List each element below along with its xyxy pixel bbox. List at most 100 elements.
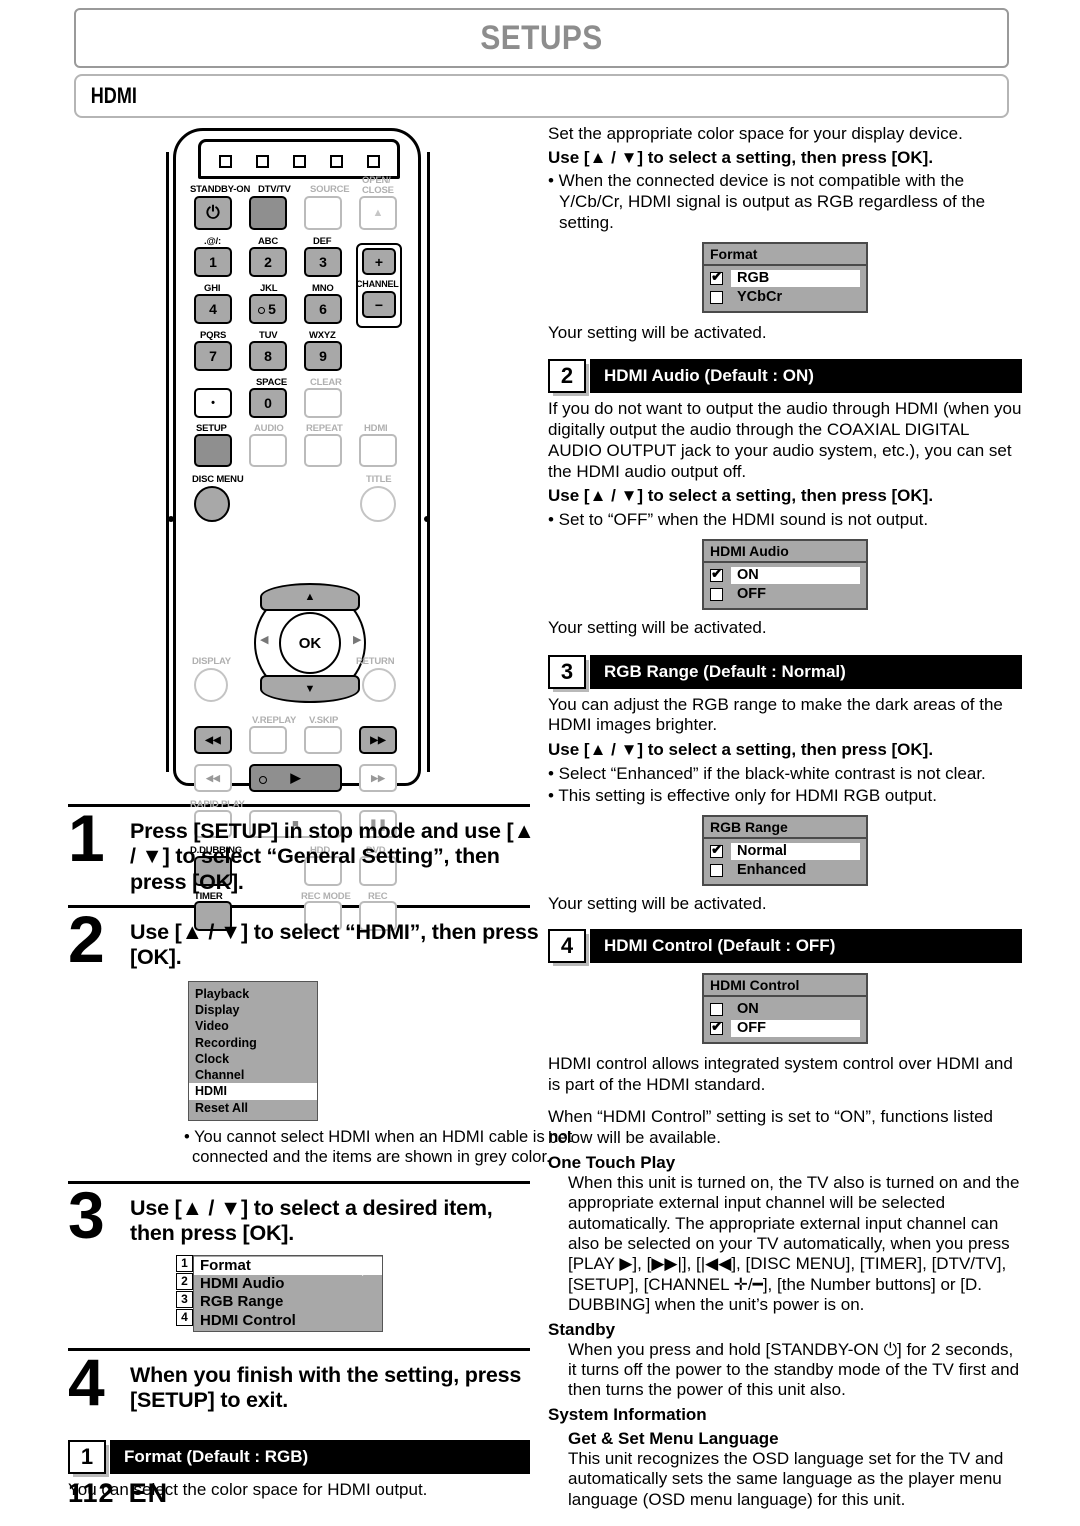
space-label: SPACE <box>256 377 288 388</box>
key-4-button[interactable]: 4 <box>194 294 232 324</box>
hdmi-control-setting-box: HDMI Control ON OFF <box>702 972 868 1044</box>
rgb-range-instruction: Use [▲ / ▼] to select a setting, then pr… <box>548 740 934 760</box>
submenu-number-2: 2 <box>176 1272 193 1290</box>
key-0-digit: 0 <box>264 395 272 411</box>
key-2-button[interactable]: 2 <box>249 247 287 277</box>
checkbox-unchecked-icon[interactable] <box>710 290 723 304</box>
setup-button[interactable] <box>194 434 232 467</box>
hdmi-control-section-header: 4 HDMI Control (Default : OFF) <box>548 928 1022 963</box>
skip-next-button[interactable]: ▶▶ <box>359 726 397 754</box>
get-set-menu-language-body: This unit recognizes the OSD language se… <box>568 1448 1004 1509</box>
submenu-item-hdmi-audio[interactable]: HDMI Audio <box>194 1275 382 1293</box>
submenu-item-rgb-range[interactable]: RGB Range <box>194 1293 382 1311</box>
submenu-number-4: 4 <box>176 1308 193 1326</box>
open-close-label-2: CLOSE <box>362 185 394 196</box>
step-1: 1 Press [SETUP] in stop mode and use [▲ … <box>68 805 538 895</box>
audio-button[interactable] <box>249 434 287 467</box>
one-touch-play-heading: One Touch Play <box>548 1152 676 1172</box>
skip-prev-button[interactable]: ◀◀ <box>194 726 232 754</box>
checkbox-checked-icon[interactable] <box>710 566 723 582</box>
key-9-button[interactable]: 9 <box>304 341 342 371</box>
key-5-digit: 5 <box>268 301 276 317</box>
key-0-button[interactable]: 0 <box>249 388 287 418</box>
checkbox-checked-icon[interactable] <box>710 269 723 285</box>
hdmi-audio-setting-box: HDMI Audio ON OFF <box>702 538 868 610</box>
menu-item-hdmi[interactable]: HDMI <box>189 1083 329 1100</box>
dpad-left-icon[interactable]: ◀ <box>260 633 268 646</box>
hdmi-button[interactable] <box>359 434 397 467</box>
page-language: EN <box>128 1478 169 1508</box>
key-8-button[interactable]: 8 <box>249 341 287 371</box>
return-button[interactable] <box>362 668 396 702</box>
hdmi-audio-bullet: • Set to “OFF” when the HDMI sound is no… <box>548 510 929 530</box>
dtv-tv-label: DTV/TV <box>258 184 291 195</box>
rgb-range-option-normal[interactable]: Normal <box>704 842 866 861</box>
key-6-button[interactable]: 6 <box>304 294 342 324</box>
key-7-button[interactable]: 7 <box>194 341 232 371</box>
display-button[interactable] <box>194 668 228 702</box>
step-4-text: When you finish with the setting, press … <box>130 1362 522 1413</box>
hdmi-audio-section-header: 2 HDMI Audio (Default : ON) <box>548 359 1022 394</box>
repeat-button[interactable] <box>304 434 342 467</box>
fast-forward-button[interactable]: ▶▶ <box>359 764 397 792</box>
hdmi-control-section-number: 4 <box>548 928 586 963</box>
ok-button[interactable]: OK <box>279 612 341 674</box>
checkbox-checked-icon[interactable] <box>710 842 723 859</box>
hdmi-audio-option-off[interactable]: OFF <box>704 585 866 604</box>
rgb-range-option-enhanced[interactable]: Enhanced <box>704 861 866 880</box>
title-button[interactable] <box>360 486 396 522</box>
key-3-button[interactable]: 3 <box>304 247 342 277</box>
key-6-letters: MNO <box>312 283 334 294</box>
menu-item-reset-all[interactable]: Reset All <box>189 1100 317 1116</box>
key-8-digit: 8 <box>264 348 272 364</box>
play-button[interactable]: ▶ <box>249 764 342 792</box>
general-setting-menu: Playback Display Video Recording Clock C… <box>188 980 329 1121</box>
v-skip-button[interactable] <box>304 726 342 754</box>
page-number: 112 <box>68 1478 115 1508</box>
format-option-rgb[interactable]: RGB <box>704 269 866 288</box>
disc-menu-button[interactable] <box>194 486 230 522</box>
clear-button[interactable] <box>304 388 342 418</box>
source-button[interactable] <box>304 196 342 230</box>
format-option-ycbcr[interactable]: YCbCr <box>704 288 866 307</box>
indicator-square-3 <box>293 155 306 168</box>
checkbox-checked-icon[interactable] <box>710 1019 723 1035</box>
channel-up-button[interactable]: + <box>362 248 396 275</box>
open-close-button[interactable]: ▲ <box>359 196 397 230</box>
submenu-item-format[interactable]: Format <box>194 1256 382 1276</box>
checkbox-unchecked-icon[interactable] <box>710 587 723 601</box>
dpad-down-button[interactable]: ▼ <box>260 675 360 703</box>
chevron-right-icon <box>318 1084 329 1099</box>
submenu-item-format-label: Format <box>200 1256 251 1274</box>
checkbox-unchecked-icon[interactable] <box>710 864 723 878</box>
standby-on-button[interactable]: ⏻ <box>194 196 232 230</box>
step-2: 2 Use [▲ / ▼] to select “HDMI”, then pre… <box>68 906 572 1167</box>
menu-item-playback[interactable]: Playback <box>189 986 317 1002</box>
menu-item-display[interactable]: Display <box>189 1002 317 1018</box>
remote-edge-left <box>166 152 169 772</box>
menu-item-video[interactable]: Video <box>189 1018 317 1034</box>
menu-item-recording[interactable]: Recording <box>189 1035 317 1051</box>
channel-down-button[interactable]: − <box>362 291 396 318</box>
key-3-letters: DEF <box>313 236 332 247</box>
checkbox-unchecked-icon[interactable] <box>710 1002 723 1016</box>
dpad-right-icon[interactable]: ▶ <box>353 633 361 646</box>
ok-label: OK <box>298 634 322 652</box>
key-5-button[interactable]: 5 <box>249 294 287 324</box>
key-5-letters: JKL <box>260 283 278 294</box>
menu-item-channel[interactable]: Channel <box>189 1067 317 1083</box>
dot-button[interactable]: • <box>194 388 232 418</box>
hdmi-control-option-off[interactable]: OFF <box>704 1019 866 1038</box>
v-replay-label: V.REPLAY <box>252 715 297 726</box>
submenu-item-hdmi-control[interactable]: HDMI Control <box>194 1312 382 1330</box>
dtv-tv-button[interactable] <box>249 196 287 230</box>
menu-item-clock[interactable]: Clock <box>189 1051 317 1067</box>
hdmi-audio-desc: If you do not want to output the audio t… <box>548 399 1022 481</box>
rewind-button[interactable]: ◀◀ <box>194 764 232 792</box>
system-information-heading: System Information <box>548 1404 707 1424</box>
hdmi-audio-option-on[interactable]: ON <box>704 566 866 585</box>
hdmi-control-option-on[interactable]: ON <box>704 1000 866 1019</box>
key-1-button[interactable]: 1 <box>194 247 232 277</box>
dpad-up-button[interactable]: ▲ <box>260 583 360 611</box>
v-replay-button[interactable] <box>249 726 287 754</box>
